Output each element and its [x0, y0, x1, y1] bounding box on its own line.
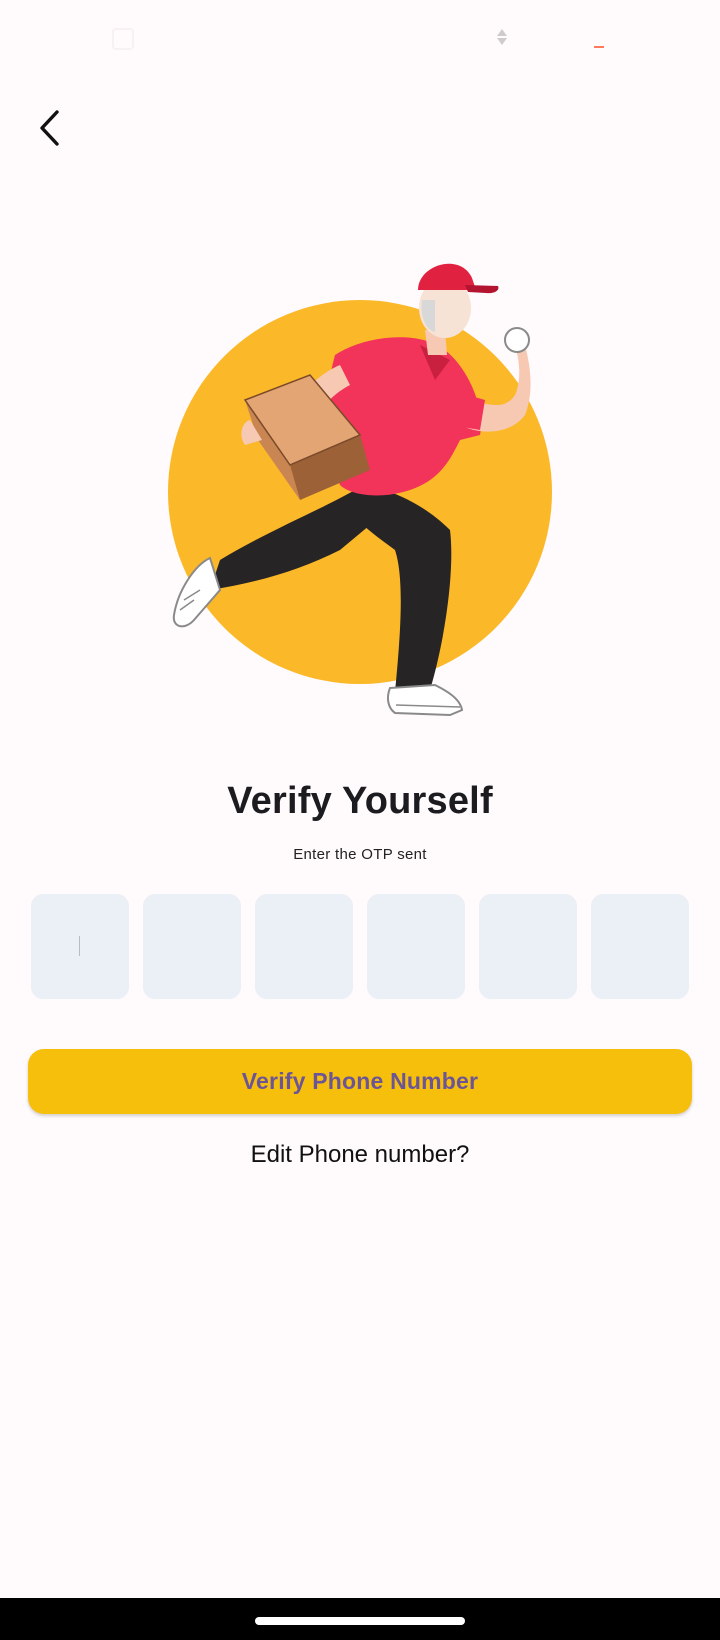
verify-otp-screen: Verify Yourself Enter the OTP sent Verif…: [0, 0, 720, 1640]
otp-digit-1[interactable]: [31, 894, 129, 999]
verify-phone-button[interactable]: Verify Phone Number: [28, 1049, 692, 1114]
chevron-left-icon: [40, 110, 59, 146]
edit-phone-link[interactable]: Edit Phone number?: [0, 1141, 720, 1169]
navigation-bar: [0, 1598, 720, 1640]
verify-phone-button-label: Verify Phone Number: [241, 1068, 479, 1094]
battery-icon: [594, 46, 604, 48]
page-subtitle: Enter the OTP sent: [293, 846, 427, 863]
otp-digit-5[interactable]: [479, 894, 577, 999]
text-cursor: [79, 936, 80, 956]
notification-icon: [112, 28, 134, 50]
otp-input-group: [31, 894, 689, 999]
delivery-man-illustration: [168, 263, 552, 717]
otp-digit-6[interactable]: [591, 894, 689, 999]
page-title: Verify Yourself: [227, 780, 493, 822]
otp-digit-3[interactable]: [255, 894, 353, 999]
status-bar: [0, 0, 720, 80]
home-indicator[interactable]: [255, 1617, 465, 1625]
otp-digit-2[interactable]: [143, 894, 241, 999]
back-button[interactable]: [28, 100, 72, 156]
data-transfer-icon: [496, 28, 508, 48]
otp-digit-4[interactable]: [367, 894, 465, 999]
